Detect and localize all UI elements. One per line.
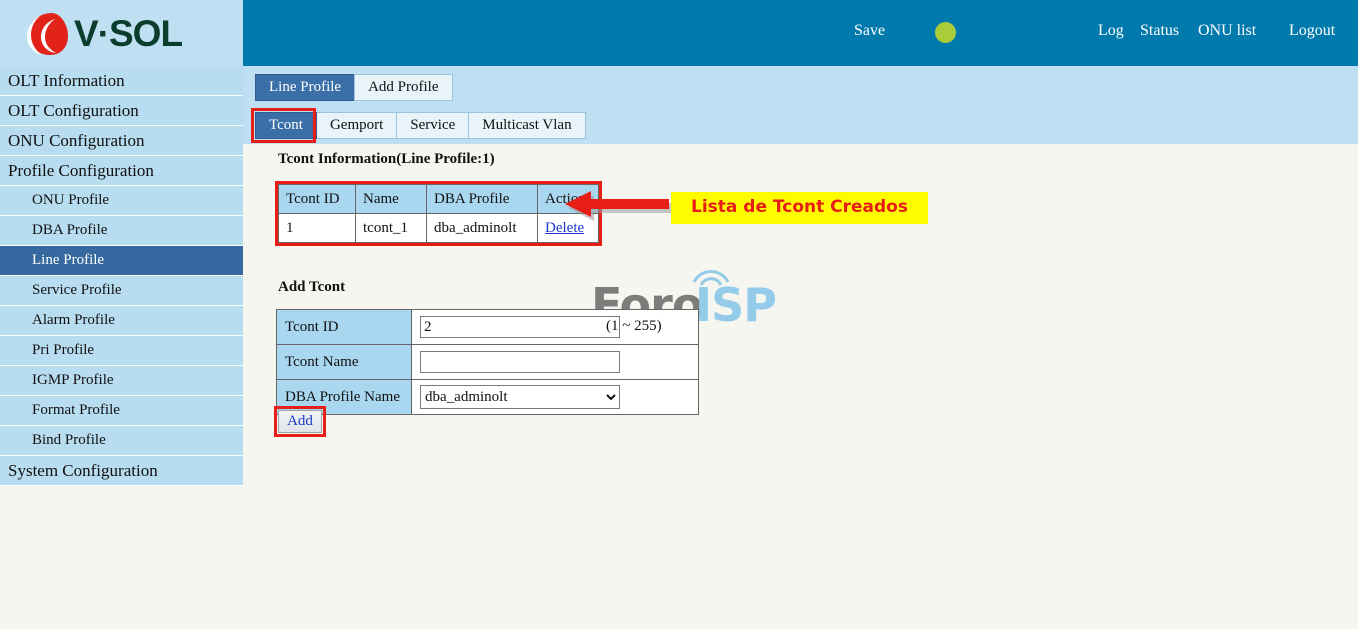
field-tcont-name [411, 344, 699, 380]
add-tcont-title: Add Tcont [278, 279, 346, 295]
tab-service[interactable]: Service [396, 112, 470, 139]
tab-tcont[interactable]: Tcont [255, 112, 317, 139]
sidebar-item-service-profile[interactable]: Service Profile [0, 276, 243, 306]
sidebar-item-label: OLT Configuration [8, 101, 139, 120]
dba-profile-name-select[interactable]: dba_adminolt [420, 385, 620, 409]
label-tcont-name: Tcont Name [276, 344, 412, 380]
app-root: V·SOL OLT Information OLT Configuration … [0, 0, 1358, 629]
sidebar-item-label: ONU Profile [32, 192, 110, 208]
annotation-label: Lista de Tcont Creados [671, 192, 928, 224]
form-row-dba-profile-name: DBA Profile Name dba_adminolt [276, 379, 699, 415]
sidebar-item-label: Service Profile [32, 282, 122, 298]
sidebar-item-label: OLT Information [8, 71, 125, 90]
cell-dba-profile: dba_adminolt [426, 213, 538, 243]
sidebar-item-label: System Configuration [8, 461, 158, 480]
vsol-swirl-icon [27, 13, 68, 55]
tcont-id-input[interactable] [420, 316, 620, 338]
sidebar-item-label: Format Profile [32, 402, 120, 418]
add-button[interactable]: Add [278, 410, 322, 433]
column-header-dba-profile: DBA Profile [426, 184, 538, 214]
cell-tcont-id: 1 [278, 213, 356, 243]
tcont-information-title: Tcont Information(Line Profile:1) [278, 151, 495, 167]
tab-multicast-vlan[interactable]: Multicast Vlan [468, 112, 586, 139]
sidebar-item-onu-profile[interactable]: ONU Profile [0, 186, 243, 216]
watermark-secondary-text: ISP [695, 278, 777, 332]
nav-log-link[interactable]: Log [1098, 22, 1124, 40]
sidebar-item-label: Alarm Profile [32, 312, 115, 328]
sidebar-item-bind-profile[interactable]: Bind Profile [0, 426, 243, 456]
secondary-tab-row: Tcont Gemport Service Multicast Vlan [251, 108, 586, 143]
status-dot-icon [935, 22, 956, 43]
table-header-row: Tcont ID Name DBA Profile Action [278, 184, 599, 214]
tab-strip: Line Profile Add Profile Tcont Gemport S… [243, 66, 1358, 144]
sidebar-item-onu-configuration[interactable]: ONU Configuration [0, 126, 243, 156]
sidebar-item-label: Pri Profile [32, 342, 95, 358]
sidebar-item-label: DBA Profile [32, 222, 108, 238]
column-header-tcont-id: Tcont ID [278, 184, 356, 214]
tcont-information-table: Tcont ID Name DBA Profile Action 1 tcont… [278, 184, 599, 243]
sidebar-item-label: IGMP Profile [32, 372, 114, 388]
sidebar-item-label: Profile Configuration [8, 161, 154, 180]
tab-gemport[interactable]: Gemport [315, 112, 398, 139]
sidebar-item-label: Bind Profile [32, 432, 106, 448]
sidebar-item-format-profile[interactable]: Format Profile [0, 396, 243, 426]
left-arrow-icon [565, 191, 672, 221]
wifi-signal-icon [692, 269, 730, 286]
cell-name: tcont_1 [355, 213, 427, 243]
nav-logout-link[interactable]: Logout [1289, 22, 1335, 40]
brand-name: V·SOL [74, 13, 183, 54]
label-tcont-id: Tcont ID [276, 309, 412, 345]
primary-tab-row: Line Profile Add Profile [255, 74, 453, 101]
tcont-list-annotation-box: Tcont ID Name DBA Profile Action 1 tcont… [275, 181, 602, 246]
sidebar-menu: OLT Information OLT Configuration ONU Co… [0, 66, 243, 486]
nav-onu-list-link[interactable]: ONU list [1198, 22, 1256, 40]
main-content: Tcont Information(Line Profile:1) Tcont … [243, 144, 1358, 629]
sidebar-item-line-profile[interactable]: Line Profile [0, 246, 243, 276]
tab-line-profile[interactable]: Line Profile [255, 74, 356, 101]
form-row-tcont-name: Tcont Name [276, 344, 699, 380]
field-dba-profile-name: dba_adminolt [411, 379, 699, 415]
tab-add-profile[interactable]: Add Profile [354, 74, 453, 101]
left-column: V·SOL OLT Information OLT Configuration … [0, 0, 243, 629]
sidebar-item-label: Line Profile [32, 252, 105, 268]
nav-status-link[interactable]: Status [1140, 22, 1179, 40]
tcont-name-input[interactable] [420, 351, 620, 373]
sidebar-item-label: ONU Configuration [8, 131, 145, 150]
sidebar-item-dba-profile[interactable]: DBA Profile [0, 216, 243, 246]
top-header-bar: Save Log Status ONU list Logout [243, 0, 1358, 66]
table-row: 1 tcont_1 dba_adminolt Delete [278, 213, 599, 243]
sidebar-item-igmp-profile[interactable]: IGMP Profile [0, 366, 243, 396]
tcont-tab-annotation-box: Tcont [251, 108, 317, 143]
sidebar-item-profile-configuration[interactable]: Profile Configuration [0, 156, 243, 186]
tcont-id-range-hint: (1 ~ 255) [606, 318, 662, 334]
sidebar-item-system-configuration[interactable]: System Configuration [0, 456, 243, 486]
sidebar-item-olt-configuration[interactable]: OLT Configuration [0, 96, 243, 126]
sidebar-item-pri-profile[interactable]: Pri Profile [0, 336, 243, 366]
save-button[interactable]: Save [854, 22, 885, 40]
brand-logo: V·SOL [0, 0, 243, 66]
sidebar-item-alarm-profile[interactable]: Alarm Profile [0, 306, 243, 336]
add-button-annotation-box: Add [274, 406, 326, 437]
column-header-name: Name [355, 184, 427, 214]
sidebar-item-olt-information[interactable]: OLT Information [0, 66, 243, 96]
